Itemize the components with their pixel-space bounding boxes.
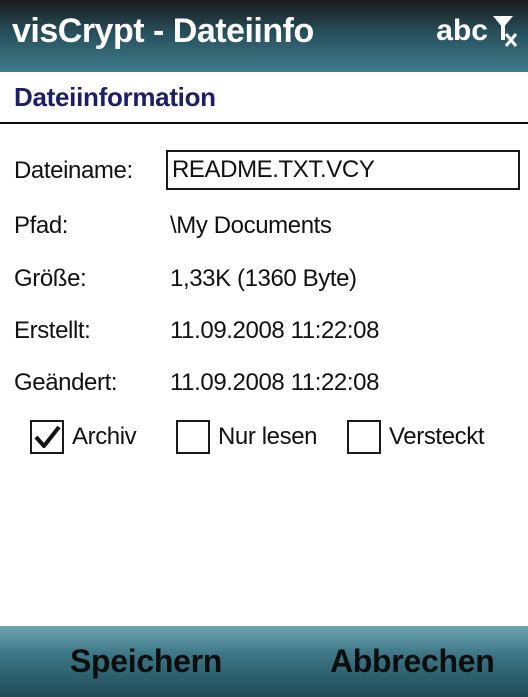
- modified-label: Geändert:: [14, 369, 118, 396]
- archive-label: Archiv: [72, 423, 137, 450]
- archive-checkbox-box[interactable]: [30, 420, 64, 454]
- section-title: Dateiinformation: [14, 82, 216, 112]
- modified-value: 11.09.2008 11:22:08: [170, 369, 380, 396]
- checkmark-icon: [34, 425, 61, 448]
- path-row: Pfad: \My Documents: [0, 201, 528, 251]
- created-label: Erstellt:: [14, 317, 91, 344]
- hidden-label: Versteckt: [389, 423, 485, 450]
- cancel-softkey[interactable]: Abbrechen: [330, 626, 495, 697]
- readonly-checkbox[interactable]: Nur lesen: [176, 412, 318, 462]
- save-softkey[interactable]: Speichern: [70, 626, 222, 697]
- filename-row: Dateiname: README.TXT.VCY: [0, 146, 528, 196]
- hidden-checkbox[interactable]: Versteckt: [347, 412, 485, 462]
- archive-checkbox[interactable]: Archiv: [30, 412, 137, 462]
- modified-row: Geändert: 11.09.2008 11:22:08: [0, 358, 528, 408]
- size-value: 1,33K (1360 Byte): [170, 265, 357, 292]
- antenna-no-signal-icon: [492, 14, 518, 48]
- size-label: Größe:: [14, 265, 87, 292]
- section-header: Dateiinformation: [0, 72, 528, 124]
- path-value: \My Documents: [170, 212, 332, 239]
- window-title: visCrypt - Dateiinfo: [12, 12, 314, 50]
- path-label: Pfad:: [14, 212, 69, 239]
- attributes-group: Archiv Nur lesen Versteckt: [0, 412, 528, 462]
- filename-field[interactable]: README.TXT.VCY: [166, 150, 520, 190]
- title-bar: visCrypt - Dateiinfo abc: [0, 0, 528, 72]
- readonly-label: Nur lesen: [218, 423, 318, 450]
- filename-label: Dateiname:: [14, 157, 133, 184]
- input-mode-indicator[interactable]: abc: [436, 14, 488, 48]
- size-row: Größe: 1,33K (1360 Byte): [0, 254, 528, 304]
- created-row: Erstellt: 11.09.2008 11:22:08: [0, 306, 528, 356]
- softkey-bar: Speichern Abbrechen: [0, 626, 528, 697]
- status-indicators: abc: [436, 14, 518, 48]
- readonly-checkbox-box[interactable]: [176, 420, 210, 454]
- created-value: 11.09.2008 11:22:08: [170, 317, 380, 344]
- hidden-checkbox-box[interactable]: [347, 420, 381, 454]
